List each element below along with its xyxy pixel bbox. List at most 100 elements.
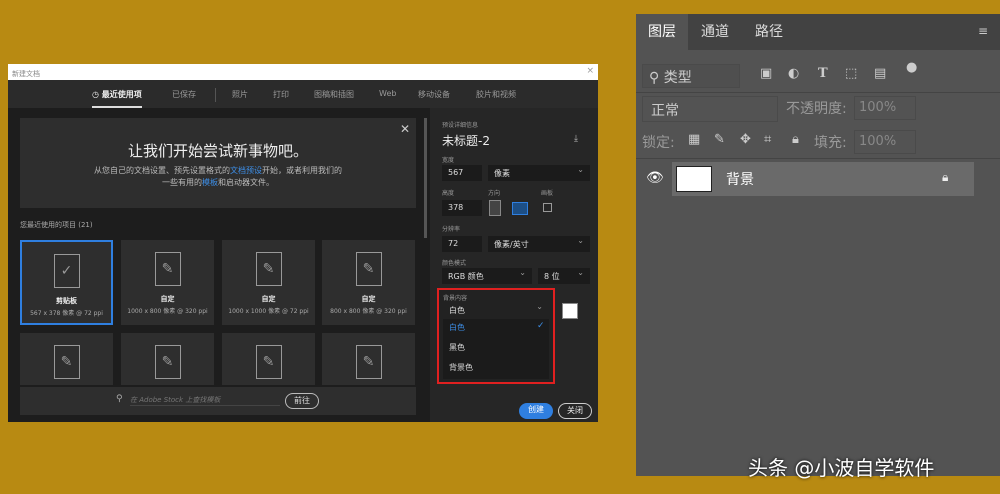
opacity-input[interactable]: 100% — [854, 96, 916, 120]
opacity-label: 不透明度: — [786, 101, 847, 117]
lock-label: 锁定: — [642, 135, 675, 151]
artboard-checkbox[interactable] — [543, 203, 552, 212]
document-icon: ✎ — [255, 345, 282, 379]
layer-name[interactable]: 背景 — [726, 169, 754, 189]
document-icon: ✎ — [355, 345, 382, 379]
shape-filter-icon[interactable]: ⬚ — [845, 66, 857, 81]
document-name[interactable]: 未标题-2 — [442, 132, 490, 149]
lock-all-icon[interactable]: 🔒︎ — [792, 132, 799, 147]
clock-icon: ◷ — [92, 90, 102, 99]
tab-mobile[interactable]: 移动设备 — [418, 89, 450, 100]
document-icon: ✎ — [154, 252, 181, 286]
resolution-input[interactable]: 72 — [442, 236, 482, 252]
tab-print[interactable]: 打印 — [273, 89, 289, 100]
bg-label: 背景内容 — [443, 295, 468, 302]
fill-input[interactable]: 100% — [854, 130, 916, 154]
portrait-icon[interactable] — [489, 200, 501, 216]
go-button[interactable]: 前往 — [285, 393, 319, 409]
templates-link[interactable]: 模板 — [202, 178, 218, 187]
orientation-label: 方向 — [488, 190, 501, 197]
category-tabs: ◷ 最近使用项 已保存 照片 打印 图稿和插图 Web 移动设备 胶片和视频 — [8, 80, 598, 108]
new-document-dialog: 新建文档 × ◷ 最近使用项 已保存 照片 打印 图稿和插图 Web 移动设备 … — [8, 64, 598, 422]
adjustment-filter-icon[interactable]: ◐ — [788, 66, 799, 81]
smart-object-filter-icon[interactable]: ▤ — [874, 66, 886, 81]
lock-transparent-icon[interactable]: ▦ — [688, 132, 700, 147]
tab-film[interactable]: 胶片和视频 — [476, 89, 516, 100]
check-icon: ✓ — [537, 321, 545, 331]
width-input[interactable]: 567 — [442, 165, 482, 181]
clipboard-icon: ✓ — [53, 254, 80, 288]
lock-position-icon[interactable]: ✥ — [740, 132, 751, 147]
recent-label: 您最近使用的项目 (21) — [20, 221, 93, 229]
tab-web[interactable]: Web — [379, 89, 396, 98]
recent-card[interactable]: ✎ 自定 1000 x 1000 像素 @ 72 ppi — [222, 240, 315, 325]
type-filter-icon[interactable]: T — [818, 66, 828, 81]
eye-icon[interactable]: 👁︎ — [646, 170, 664, 186]
panel-menu-icon[interactable]: ≡ — [978, 24, 988, 38]
height-label: 高度 — [442, 190, 455, 197]
tab-art[interactable]: 图稿和插图 — [314, 89, 354, 100]
close-button[interactable]: 关闭 — [558, 403, 592, 419]
bg-option[interactable]: 黑色 — [449, 342, 465, 353]
banner-title: 让我们开始尝试新事物吧。 — [127, 142, 308, 160]
document-icon: ✎ — [53, 345, 80, 379]
create-button[interactable]: 创建 — [519, 403, 553, 419]
preset-details-panel: 预设详细信息 未标题-2 ⤓ 宽度 567 像素 高度 方向 画板 378 分辨… — [430, 108, 598, 422]
width-label: 宽度 — [442, 157, 455, 164]
dialog-title: 新建文档 — [8, 64, 598, 80]
watermark: 头条 @小波自学软件 — [748, 456, 935, 480]
document-icon: ✎ — [355, 252, 382, 286]
image-filter-icon[interactable]: ▣ — [760, 66, 772, 81]
divider — [636, 92, 1000, 93]
search-icon: ⚲ — [649, 70, 664, 86]
background-contents-dropdown: 背景内容 白色 白色 ✓ 黑色 背景色 — [437, 288, 555, 384]
filter-type-select[interactable]: ⚲ 类型 — [642, 64, 740, 88]
recent-card[interactable]: ✓ 剪贴板 567 x 378 像素 @ 72 ppi — [20, 240, 113, 325]
layer-thumbnail — [676, 166, 712, 192]
landscape-icon[interactable] — [512, 202, 528, 215]
width-unit-select[interactable]: 像素 — [488, 165, 590, 181]
recent-card[interactable]: ✎ — [121, 333, 214, 385]
bit-depth-select[interactable]: 8 位 — [538, 268, 590, 284]
tab-paths[interactable]: 路径 — [742, 14, 796, 50]
document-icon: ✎ — [154, 345, 181, 379]
tab-photo[interactable]: 照片 — [232, 89, 248, 100]
presets-link[interactable]: 文档预设 — [230, 166, 262, 175]
resolution-label: 分辨率 — [442, 226, 461, 233]
close-icon[interactable]: ✕ — [400, 122, 410, 136]
bg-color-swatch[interactable] — [562, 303, 578, 319]
bg-option[interactable]: 白色 — [449, 322, 465, 333]
height-input[interactable]: 378 — [442, 200, 482, 216]
recent-card[interactable]: ✎ 自定 800 x 800 像素 @ 320 ppi — [322, 240, 415, 325]
divider — [215, 88, 216, 102]
recent-card[interactable]: ✎ — [20, 333, 113, 385]
stock-search-input[interactable]: 在 Adobe Stock 上查找模板 — [130, 395, 280, 406]
welcome-banner: ✕ 让我们开始尝试新事物吧。 从您自己的文档设置、预先设置格式的文档预设开始，或… — [20, 118, 416, 208]
tab-channels[interactable]: 通道 — [688, 14, 742, 50]
close-icon[interactable]: × — [586, 66, 594, 76]
recent-card[interactable]: ✎ — [222, 333, 315, 385]
divider — [636, 158, 1000, 159]
tab-recent[interactable]: ◷ 最近使用项 — [92, 89, 142, 108]
document-icon: ✎ — [255, 252, 282, 286]
resolution-unit-select[interactable]: 像素/英寸 — [488, 236, 590, 252]
bg-option[interactable]: 背景色 — [449, 362, 473, 373]
tab-saved[interactable]: 已保存 — [172, 89, 196, 100]
lock-icon: 🔒︎ — [942, 170, 949, 184]
filter-toggle-icon[interactable]: ● — [906, 60, 917, 75]
preset-section-label: 预设详细信息 — [442, 122, 479, 129]
blend-mode-select[interactable]: 正常 — [642, 96, 778, 122]
lock-artboard-icon[interactable]: ⌗ — [764, 132, 771, 147]
layers-panel: 图层 通道 路径 ≡ ⚲ 类型 ▣ ◐ T ⬚ ▤ ● 正常 不透明度: 100… — [636, 14, 1000, 476]
recent-card[interactable]: ✎ 自定 1000 x 800 像素 @ 320 ppi — [121, 240, 214, 325]
tab-layers[interactable]: 图层 — [636, 14, 688, 50]
scrollbar[interactable] — [424, 118, 427, 238]
bg-select[interactable]: 白色 — [443, 302, 549, 318]
layer-row[interactable]: 背景 🔒︎ — [672, 162, 974, 196]
color-mode-label: 颜色模式 — [442, 260, 467, 267]
color-mode-select[interactable]: RGB 颜色 — [442, 268, 532, 284]
save-preset-icon[interactable]: ⤓ — [574, 134, 578, 144]
stock-search-bar: ⚲ 在 Adobe Stock 上查找模板 前往 — [20, 387, 416, 415]
lock-image-icon[interactable]: ✎ — [714, 132, 725, 147]
recent-card[interactable]: ✎ — [322, 333, 415, 385]
